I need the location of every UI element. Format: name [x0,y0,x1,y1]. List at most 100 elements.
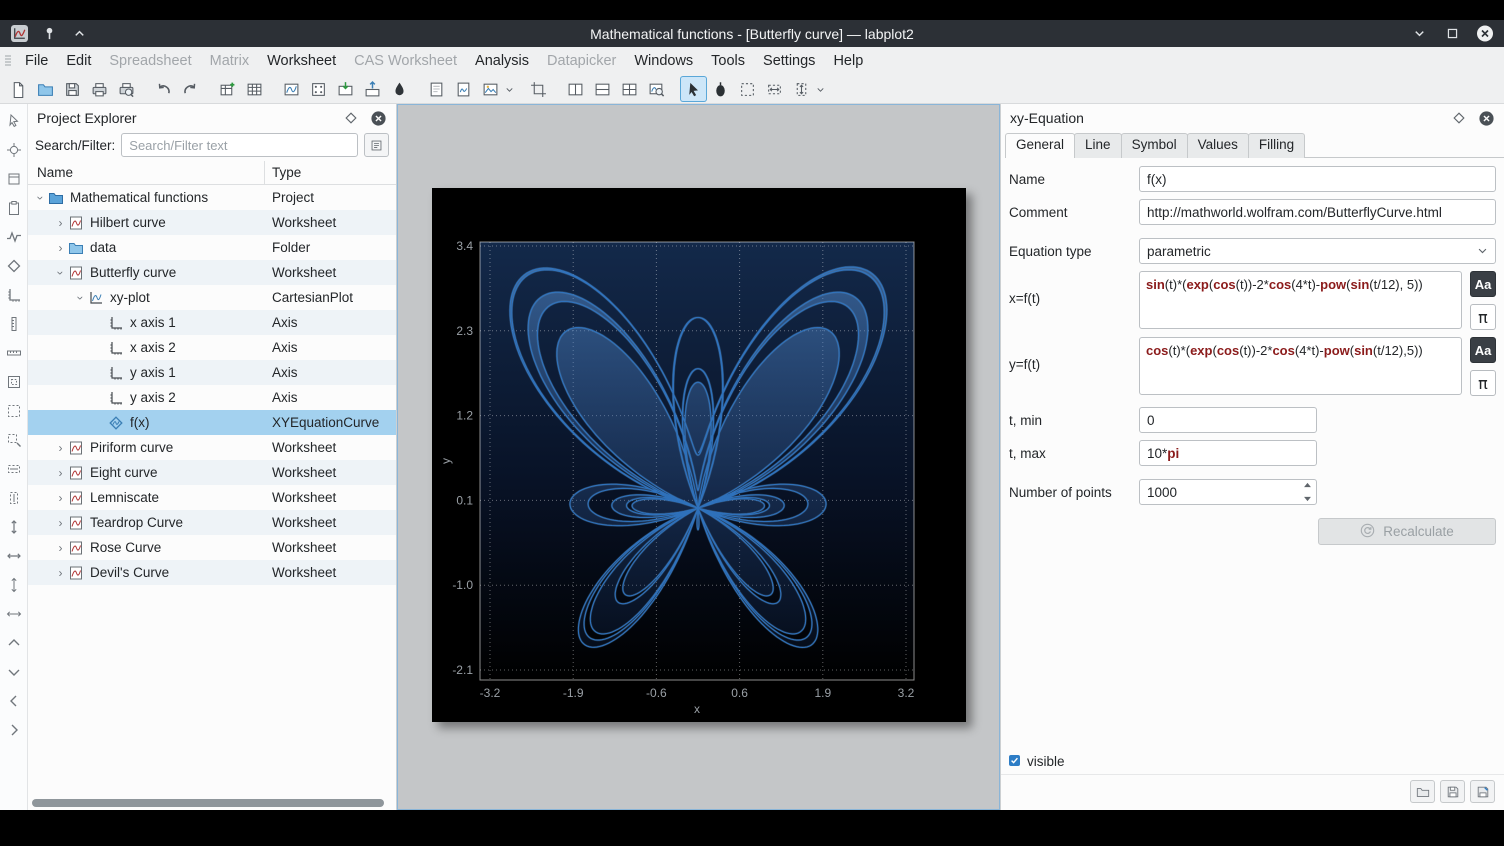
more-chevron-icon[interactable] [1410,25,1428,43]
zoom-x-select-icon[interactable] [761,76,788,102]
search-input[interactable] [121,133,358,157]
color-fill-icon[interactable] [386,76,413,102]
tree-item-xy-plot[interactable]: ›xy-plotCartesianPlot [28,285,396,310]
tree-item-y-axis-2[interactable]: y axis 2Axis [28,385,396,410]
split-grid-icon[interactable] [616,76,643,102]
tree-item-x-axis-1[interactable]: x axis 1Axis [28,310,396,335]
zoom-y-select-icon[interactable] [788,76,815,102]
menu-tools[interactable]: Tools [702,49,754,73]
menu-settings[interactable]: Settings [754,49,824,73]
insert-constant-button[interactable]: π [1470,370,1496,396]
page-layout-icon[interactable] [423,76,450,102]
clipboard-icon[interactable] [5,199,22,216]
expand-arrow-icon[interactable]: › [54,217,67,229]
zoom-region-icon[interactable] [5,431,22,448]
new-document-icon[interactable] [5,76,32,102]
menu-file[interactable]: File [16,49,57,73]
tree-item-x-axis-2[interactable]: x axis 2Axis [28,335,396,360]
save-project-icon[interactable] [59,76,86,102]
collapse-arrow-icon[interactable]: › [55,266,67,279]
points-spinbox[interactable]: 1000 [1139,479,1317,505]
spin-arrows-icon[interactable] [1301,482,1313,502]
tree-item-rose-curve[interactable]: ›Rose CurveWorksheet [28,535,396,560]
tab-values[interactable]: Values [1187,133,1249,158]
box-select-icon[interactable] [5,402,22,419]
close-dock-icon[interactable] [1477,109,1495,127]
float-dock-icon[interactable] [342,109,360,127]
y-equation-field[interactable]: cos(t)*(exp(cos(t))-2*cos(4*t)-pow(sin(t… [1139,337,1462,395]
expand-arrow-icon[interactable]: › [54,542,67,554]
tab-filling[interactable]: Filling [1248,133,1305,158]
ruler-horizontal-icon[interactable] [5,344,22,361]
tree-item-butterfly-curve[interactable]: ›Butterfly curveWorksheet [28,260,396,285]
page-preview-icon[interactable] [450,76,477,102]
column-header-name[interactable]: Name [28,161,265,184]
crosshair-icon[interactable] [5,141,22,158]
new-workbook-icon[interactable] [214,76,241,102]
fit-page-icon[interactable] [525,76,552,102]
new-spreadsheet-icon[interactable] [241,76,268,102]
diamond-marker-icon[interactable] [5,257,22,274]
navigation-mouse-icon[interactable] [707,76,734,102]
split-horizontal-icon[interactable] [589,76,616,102]
zoom-y-region-icon[interactable] [5,489,22,506]
collapse-arrow-icon[interactable]: › [35,191,47,204]
save-as-template-button[interactable] [1470,780,1495,803]
tree-item-f-x-[interactable]: f(x)XYEquationCurve [28,410,396,435]
tab-general[interactable]: General [1005,133,1075,158]
tree-item-y-axis-1[interactable]: y axis 1Axis [28,360,396,385]
menu-edit[interactable]: Edit [57,49,100,73]
expand-arrow-icon[interactable]: › [54,567,67,579]
redo-icon[interactable] [177,76,204,102]
print-icon[interactable] [86,76,113,102]
axis-corner-icon[interactable] [5,286,22,303]
import-data-icon[interactable] [332,76,359,102]
signal-curve-icon[interactable] [5,228,22,245]
expand-arrow-icon[interactable]: › [54,242,67,254]
shift-left-icon[interactable] [5,692,22,709]
restore-icon[interactable] [1443,25,1461,43]
print-preview-icon[interactable] [113,76,140,102]
visible-checkbox[interactable] [1009,754,1020,769]
load-template-button[interactable] [1410,780,1435,803]
ruler-vertical-icon[interactable] [5,315,22,332]
open-project-icon[interactable] [32,76,59,102]
column-header-type[interactable]: Type [265,165,301,180]
collapse-all-icon[interactable] [5,547,22,564]
tmax-field[interactable]: 10*pi [1139,440,1317,466]
close-dock-icon[interactable] [369,109,387,127]
shift-down-icon[interactable] [5,663,22,680]
select-arrow-icon[interactable] [5,112,22,129]
export-image-icon[interactable] [477,76,504,102]
tab-symbol[interactable]: Symbol [1121,133,1188,158]
x-equation-field[interactable]: sin(t)*(exp(cos(t))-2*cos(4*t)-pow(sin(t… [1139,271,1462,329]
tree-item-eight-curve[interactable]: ›Eight curveWorksheet [28,460,396,485]
comment-field[interactable] [1139,199,1496,225]
region-frame-icon[interactable] [5,170,22,187]
worksheet-view[interactable]: 3.42.31.20.1-1.0-2.1-3.2-1.9-0.60.61.93.… [397,104,1000,810]
menu-analysis[interactable]: Analysis [466,49,538,73]
expand-arrow-icon[interactable]: › [54,467,67,479]
recalculate-button[interactable]: Recalculate [1318,518,1496,545]
expand-arrow-icon[interactable]: › [54,517,67,529]
expand-arrow-icon[interactable]: › [54,442,67,454]
tree-item-devil-s-curve[interactable]: ›Devil's CurveWorksheet [28,560,396,585]
pin-icon[interactable] [40,25,58,43]
close-window-icon[interactable] [1476,25,1494,43]
float-dock-icon[interactable] [1450,109,1468,127]
export-data-icon[interactable] [359,76,386,102]
cartesian-plot[interactable]: 3.42.31.20.1-1.0-2.1-3.2-1.9-0.60.61.93.… [432,188,966,722]
shift-right-icon[interactable] [5,721,22,738]
horizontal-scrollbar[interactable] [28,797,396,810]
menu-help[interactable]: Help [824,49,872,73]
frame-select-icon[interactable] [5,373,22,390]
tree-item-piriform-curve[interactable]: ›Piriform curveWorksheet [28,435,396,460]
insert-constant-button[interactable]: π [1470,304,1496,330]
zoom-select-icon[interactable] [734,76,761,102]
expand-all-icon[interactable] [5,518,22,535]
tree-item-mathematical-functions[interactable]: ›Mathematical functionsProject [28,185,396,210]
text-format-button[interactable]: Aa [1470,271,1496,297]
tree-item-hilbert-curve[interactable]: ›Hilbert curveWorksheet [28,210,396,235]
undo-icon[interactable] [150,76,177,102]
select-cursor-icon[interactable] [680,76,707,102]
